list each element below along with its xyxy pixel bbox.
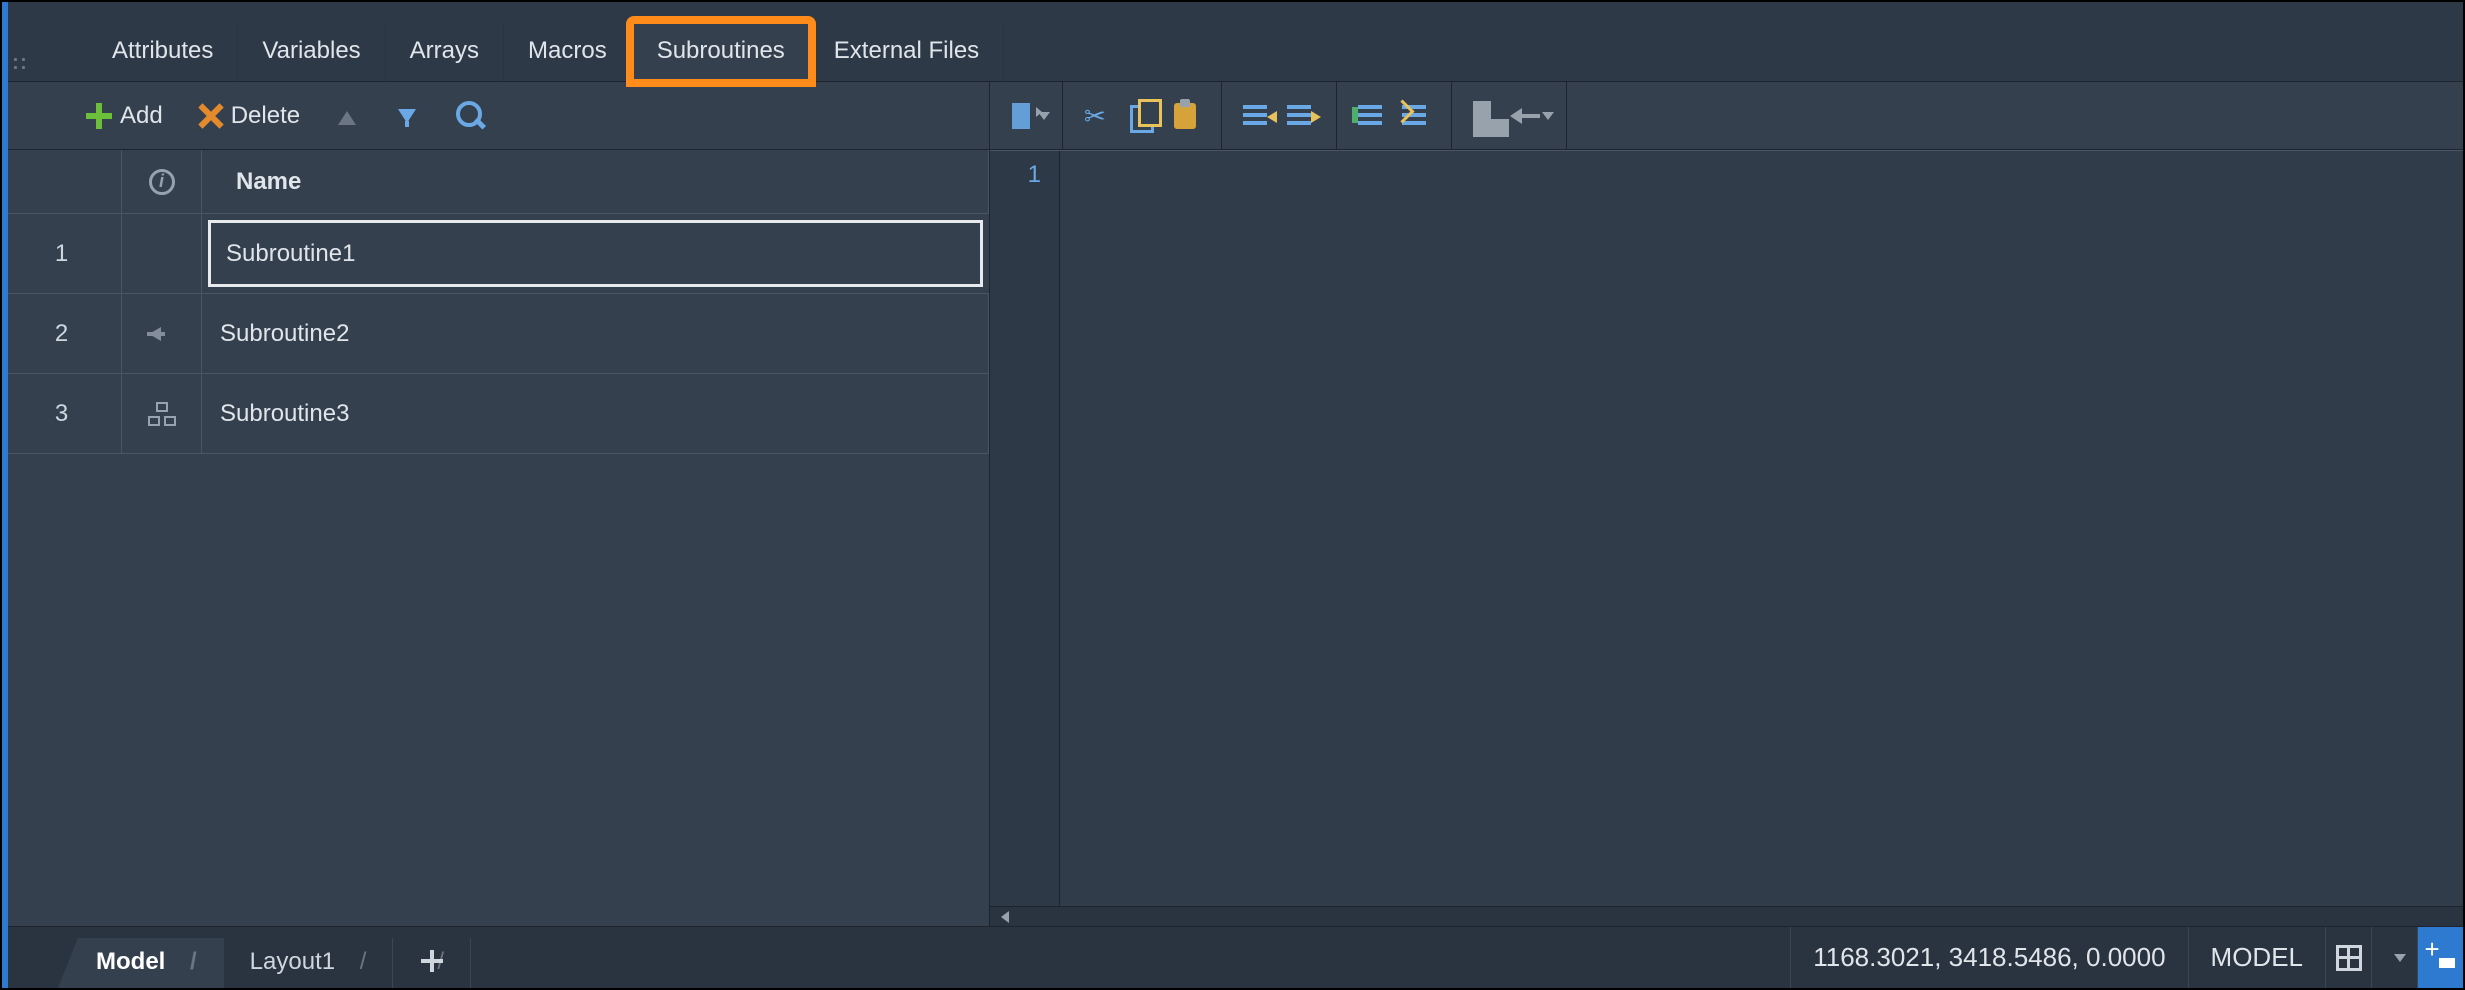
info-icon: i bbox=[149, 169, 175, 195]
add-button[interactable]: Add bbox=[72, 96, 177, 136]
tab-separator: / bbox=[172, 948, 197, 975]
subroutine-list-panel: Add Delete i bbox=[2, 82, 990, 926]
line-gutter: 1 bbox=[990, 151, 1060, 906]
back-button[interactable] bbox=[1510, 94, 1554, 138]
indent-button[interactable] bbox=[1280, 94, 1324, 138]
table-row[interactable]: 1 Subroutine1 bbox=[2, 214, 989, 294]
comment-icon bbox=[1358, 101, 1388, 131]
row-type-icon bbox=[122, 214, 202, 293]
grid-icon bbox=[2336, 945, 2362, 971]
list-body: 1 Subroutine1 2 Subroutine2 3 Subroutine… bbox=[2, 214, 989, 926]
snap-menu-button[interactable] bbox=[2371, 927, 2417, 988]
arrow-left-icon bbox=[1510, 101, 1540, 131]
chevron-down-icon bbox=[2394, 954, 2406, 962]
status-bar: Model / Layout1 / / 1168.3021, 3418.5486… bbox=[2, 926, 2463, 988]
model-tab-label: Model bbox=[96, 948, 165, 975]
arrow-left-icon bbox=[147, 325, 177, 343]
tab-label: Variables bbox=[262, 37, 360, 64]
editor-toolbar bbox=[990, 82, 2463, 150]
row-name-cell[interactable]: Subroutine2 bbox=[202, 294, 989, 373]
move-up-button[interactable] bbox=[320, 97, 374, 135]
layout-tabs: Model / Layout1 / / bbox=[2, 927, 471, 988]
arrow-up-icon bbox=[334, 103, 360, 129]
layout1-tab[interactable]: Layout1 / bbox=[224, 938, 394, 988]
code-editor-panel: 1 bbox=[990, 82, 2463, 926]
editor-options-button[interactable] bbox=[1006, 94, 1050, 138]
row-type-icon bbox=[122, 374, 202, 453]
uncomment-button[interactable] bbox=[1395, 94, 1439, 138]
tab-separator: / bbox=[342, 948, 367, 975]
left-accent-bar bbox=[2, 2, 8, 988]
tab-label: Arrays bbox=[410, 37, 479, 64]
move-down-button[interactable] bbox=[380, 97, 434, 135]
paste-button[interactable] bbox=[1165, 94, 1209, 138]
paste-icon bbox=[1172, 101, 1202, 131]
outdent-icon bbox=[1243, 101, 1273, 131]
cut-icon bbox=[1084, 101, 1114, 131]
row-number: 1 bbox=[2, 214, 122, 293]
cursor-coordinates: 1168.3021, 3418.5486, 0.0000 bbox=[1790, 927, 2187, 988]
delete-button[interactable]: Delete bbox=[183, 96, 314, 136]
tab-label: Subroutines bbox=[657, 37, 785, 64]
layout-icon bbox=[1473, 101, 1503, 131]
layout1-tab-label: Layout1 bbox=[250, 948, 335, 975]
delete-icon bbox=[197, 103, 223, 129]
delete-button-label: Delete bbox=[231, 102, 300, 130]
add-button-label: Add bbox=[120, 102, 163, 130]
model-tab[interactable]: Model / bbox=[58, 938, 224, 988]
cut-button[interactable] bbox=[1077, 94, 1121, 138]
uncomment-icon bbox=[1402, 101, 1432, 131]
editor-horizontal-scrollbar[interactable] bbox=[990, 906, 2463, 926]
list-header-row: i Name bbox=[2, 150, 989, 214]
copy-icon bbox=[1128, 101, 1158, 131]
arrow-down-icon bbox=[394, 103, 420, 129]
list-header-num bbox=[2, 150, 122, 213]
outdent-button[interactable] bbox=[1236, 94, 1280, 138]
cursor-icon bbox=[2421, 938, 2461, 978]
row-name-cell[interactable]: Subroutine3 bbox=[202, 374, 989, 453]
tab-subroutines[interactable]: Subroutines bbox=[632, 22, 810, 81]
grid-toggle-button[interactable] bbox=[2325, 927, 2371, 988]
name-column-label: Name bbox=[236, 168, 301, 196]
scroll-left-icon[interactable] bbox=[996, 910, 1014, 924]
tab-external-files[interactable]: External Files bbox=[810, 23, 1004, 81]
panel-drag-handle[interactable] bbox=[14, 58, 30, 78]
list-toolbar: Add Delete bbox=[2, 82, 989, 150]
tab-macros[interactable]: Macros bbox=[504, 23, 632, 81]
editor-body: 1 bbox=[990, 150, 2463, 906]
panel-tabs: Attributes Variables Arrays Macros Subro… bbox=[2, 2, 2463, 82]
tab-label: Attributes bbox=[112, 37, 213, 64]
code-textarea[interactable] bbox=[1060, 151, 2463, 906]
space-indicator[interactable]: MODEL bbox=[2188, 927, 2325, 988]
tab-label: External Files bbox=[834, 37, 979, 64]
layout-button[interactable] bbox=[1466, 94, 1510, 138]
row-number: 2 bbox=[2, 294, 122, 373]
table-row[interactable]: 3 Subroutine3 bbox=[2, 374, 989, 454]
hierarchy-icon bbox=[148, 402, 176, 426]
list-header-info[interactable]: i bbox=[122, 150, 202, 213]
table-row[interactable]: 2 Subroutine2 bbox=[2, 294, 989, 374]
tab-attributes[interactable]: Attributes bbox=[88, 23, 238, 81]
find-button[interactable] bbox=[440, 93, 502, 139]
row-type-icon bbox=[122, 294, 202, 373]
row-number: 3 bbox=[2, 374, 122, 453]
plus-icon bbox=[86, 103, 112, 129]
new-layout-tab[interactable]: / bbox=[393, 938, 471, 988]
list-header-name[interactable]: Name bbox=[202, 150, 989, 213]
comment-button[interactable] bbox=[1351, 94, 1395, 138]
chevron-down-icon bbox=[1542, 112, 1554, 120]
tab-arrays[interactable]: Arrays bbox=[386, 23, 504, 81]
row-name-cell[interactable]: Subroutine1 bbox=[208, 220, 983, 287]
tab-label: Macros bbox=[528, 37, 607, 64]
gutter-line-number: 1 bbox=[990, 161, 1041, 189]
tab-variables[interactable]: Variables bbox=[238, 23, 385, 81]
document-icon bbox=[1006, 101, 1036, 131]
cursor-mode-button[interactable] bbox=[2417, 927, 2463, 988]
indent-icon bbox=[1287, 101, 1317, 131]
copy-button[interactable] bbox=[1121, 94, 1165, 138]
search-icon bbox=[454, 99, 488, 133]
